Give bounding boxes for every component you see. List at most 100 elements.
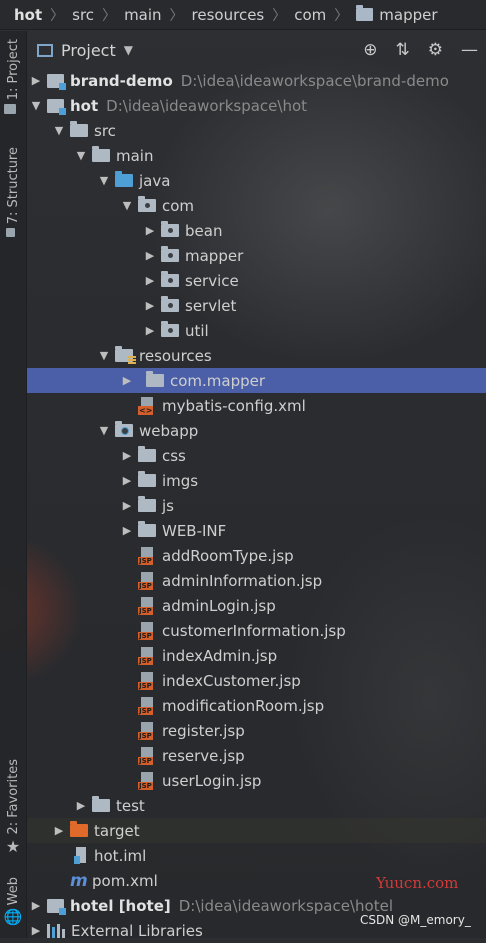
tree-node-java[interactable]: ▼ java (27, 168, 486, 193)
module-icon (47, 73, 66, 90)
package-icon (161, 296, 179, 312)
node-label: resources (139, 346, 212, 365)
chevron-right-icon[interactable]: ▶ (143, 224, 157, 237)
node-label: pom.xml (92, 871, 158, 890)
chevron-right-icon[interactable]: ▶ (120, 499, 134, 512)
tree-node-test[interactable]: ▶ test (27, 793, 486, 818)
gear-icon[interactable]: ⚙ (428, 40, 443, 60)
node-label: customerInformation.jsp (162, 621, 346, 640)
tree-node-jsp-file[interactable]: indexCustomer.jsp (27, 668, 486, 693)
tree-node-mybatis-config[interactable]: mybatis-config.xml (27, 393, 486, 418)
tree-node-jsp-file[interactable]: indexAdmin.jsp (27, 643, 486, 668)
tree-node-com-mapper[interactable]: ▶ com.mapper (27, 368, 486, 393)
tree-node-jsp-file[interactable]: reserve.jsp (27, 743, 486, 768)
tab-favorites[interactable]: 2: Favorites ★ (0, 759, 26, 856)
node-path: D:\idea\ideaworkspace\hotel (178, 896, 393, 915)
node-label: indexAdmin.jsp (162, 646, 278, 665)
node-label: bean (185, 221, 223, 240)
node-label: adminLogin.jsp (162, 596, 276, 615)
chevron-right-icon[interactable]: ▶ (120, 374, 134, 387)
tree-node-css[interactable]: ▶ css (27, 443, 486, 468)
tree-node-jsp-file[interactable]: register.jsp (27, 718, 486, 743)
xml-file-icon (138, 396, 156, 415)
tree-node-servlet[interactable]: ▶ servlet (27, 293, 486, 318)
tree-node-target[interactable]: ▶ target (27, 818, 486, 843)
collapse-icon[interactable]: ⇅ (396, 40, 410, 60)
tree-node-src[interactable]: ▼ src (27, 118, 486, 143)
breadcrumb-item-hot[interactable]: hot (14, 6, 42, 24)
node-label: service (185, 271, 239, 290)
tree-node-js[interactable]: ▶ js (27, 493, 486, 518)
structure-icon (5, 228, 15, 238)
tree-node-jsp-file[interactable]: addRoomType.jsp (27, 543, 486, 568)
breadcrumb-item-resources[interactable]: resources (192, 6, 265, 24)
tree-node-com[interactable]: ▼ com (27, 193, 486, 218)
folder-icon (356, 5, 374, 21)
source-folder-icon (115, 171, 133, 187)
folder-icon (138, 446, 156, 462)
tree-node-util[interactable]: ▶ util (27, 318, 486, 343)
node-label: hotel [hote] (70, 896, 171, 915)
chevron-right-icon[interactable]: ▶ (29, 74, 43, 87)
tree-node-hot[interactable]: ▼ hot D:\idea\ideaworkspace\hot (27, 93, 486, 118)
chevron-right-icon[interactable]: ▶ (143, 299, 157, 312)
jsp-file-icon (138, 771, 156, 790)
chevron-right-icon: 〉 (334, 7, 349, 24)
chevron-right-icon[interactable]: ▶ (120, 449, 134, 462)
tree-node-resources[interactable]: ▼ resources (27, 343, 486, 368)
tree-node-webapp[interactable]: ▼ webapp (27, 418, 486, 443)
chevron-right-icon: 〉 (169, 7, 184, 24)
breadcrumb-item-com[interactable]: com (294, 6, 326, 24)
breadcrumb-item-main[interactable]: main (124, 6, 161, 24)
iml-file-icon (74, 847, 88, 864)
minimize-icon[interactable]: — (461, 40, 478, 60)
tree-node-web-inf[interactable]: ▶ WEB-INF (27, 518, 486, 543)
tree-node-jsp-file[interactable]: customerInformation.jsp (27, 618, 486, 643)
package-icon (161, 246, 179, 262)
tree-node-jsp-file[interactable]: userLogin.jsp (27, 768, 486, 793)
chevron-down-icon[interactable]: ▼ (124, 43, 133, 57)
target-icon[interactable]: ⊕ (363, 40, 377, 60)
tree-node-imgs[interactable]: ▶ imgs (27, 468, 486, 493)
breadcrumb-item-mapper[interactable]: mapper (356, 5, 438, 24)
folder-icon (92, 146, 110, 162)
chevron-down-icon[interactable]: ▼ (97, 174, 111, 187)
chevron-down-icon[interactable]: ▼ (74, 149, 88, 162)
tab-structure-label: 7: Structure (5, 147, 21, 225)
tree-node-jsp-file[interactable]: adminLogin.jsp (27, 593, 486, 618)
tab-web[interactable]: Web 🌐 (0, 877, 26, 926)
chevron-down-icon[interactable]: ▼ (120, 199, 134, 212)
node-label: servlet (185, 296, 237, 315)
tree-node-jsp-file[interactable]: adminInformation.jsp (27, 568, 486, 593)
breadcrumb-item-src[interactable]: src (72, 6, 94, 24)
chevron-right-icon[interactable]: ▶ (120, 474, 134, 487)
jsp-file-icon (138, 621, 156, 640)
chevron-right-icon[interactable]: ▶ (120, 524, 134, 537)
jsp-file-icon (138, 571, 156, 590)
tree-node-main[interactable]: ▼ main (27, 143, 486, 168)
tree-node-service[interactable]: ▶ service (27, 268, 486, 293)
chevron-down-icon[interactable]: ▼ (29, 99, 43, 112)
node-path: D:\idea\ideaworkspace\hot (106, 96, 308, 115)
chevron-down-icon[interactable]: ▼ (97, 349, 111, 362)
chevron-down-icon[interactable]: ▼ (52, 124, 66, 137)
tree-node-bean[interactable]: ▶ bean (27, 218, 486, 243)
tab-project[interactable]: 1: Project (0, 39, 26, 115)
tree-node-mapper[interactable]: ▶ mapper (27, 243, 486, 268)
chevron-right-icon[interactable]: ▶ (29, 924, 43, 937)
tree-node-hot-iml[interactable]: hot.iml (27, 843, 486, 868)
chevron-right-icon[interactable]: ▶ (29, 899, 43, 912)
chevron-right-icon[interactable]: ▶ (143, 324, 157, 337)
folder-icon (146, 371, 164, 387)
tree-node-jsp-file[interactable]: modificationRoom.jsp (27, 693, 486, 718)
chevron-down-icon[interactable]: ▼ (97, 424, 111, 437)
tree-node-brand-demo[interactable]: ▶ brand-demo D:\idea\ideaworkspace\brand… (27, 68, 486, 93)
chevron-right-icon[interactable]: ▶ (52, 824, 66, 837)
chevron-right-icon[interactable]: ▶ (143, 274, 157, 287)
tab-structure[interactable]: 7: Structure (0, 147, 26, 238)
node-label: com (162, 196, 195, 215)
chevron-right-icon[interactable]: ▶ (143, 249, 157, 262)
panel-title[interactable]: Project (61, 41, 116, 60)
watermark-site: Yuucn.com (376, 874, 459, 892)
chevron-right-icon[interactable]: ▶ (74, 799, 88, 812)
